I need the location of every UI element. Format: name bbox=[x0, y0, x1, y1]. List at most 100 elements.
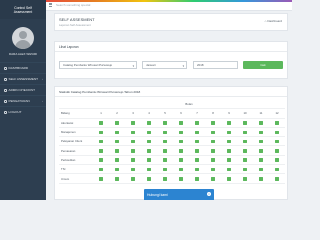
check-icon[interactable] bbox=[211, 139, 215, 144]
check-icon[interactable] bbox=[131, 121, 135, 125]
sidebar-item-dashboard[interactable]: DASHBOARD bbox=[0, 62, 46, 73]
check-icon[interactable] bbox=[275, 177, 279, 181]
check-icon[interactable] bbox=[275, 130, 279, 135]
check-icon[interactable] bbox=[275, 139, 279, 144]
close-icon[interactable]: × bbox=[207, 192, 211, 196]
check-icon[interactable] bbox=[259, 158, 263, 162]
check-icon[interactable] bbox=[115, 158, 119, 162]
check-icon[interactable] bbox=[275, 158, 279, 162]
check-icon[interactable] bbox=[259, 130, 263, 135]
check-icon[interactable] bbox=[275, 121, 279, 125]
check-icon[interactable] bbox=[211, 149, 215, 153]
check-icon[interactable] bbox=[179, 158, 183, 162]
check-icon[interactable] bbox=[259, 139, 263, 144]
check-icon[interactable] bbox=[99, 121, 103, 125]
check-icon[interactable] bbox=[131, 149, 135, 153]
check-icon[interactable] bbox=[115, 177, 119, 181]
check-icon[interactable] bbox=[147, 167, 151, 172]
check-icon[interactable] bbox=[163, 121, 167, 125]
check-icon[interactable] bbox=[259, 149, 263, 153]
contact-popup[interactable]: Hubungi kami × bbox=[144, 189, 214, 200]
check-icon[interactable] bbox=[163, 139, 167, 144]
menu-icon[interactable] bbox=[49, 3, 52, 7]
check-icon[interactable] bbox=[115, 121, 119, 125]
check-icon[interactable] bbox=[195, 158, 199, 162]
check-icon[interactable] bbox=[211, 158, 215, 162]
check-icon[interactable] bbox=[227, 167, 231, 172]
check-icon[interactable] bbox=[179, 149, 183, 153]
check-icon[interactable] bbox=[243, 130, 247, 135]
check-icon[interactable] bbox=[99, 149, 103, 153]
check-icon[interactable] bbox=[131, 139, 135, 144]
check-icon[interactable] bbox=[131, 158, 135, 162]
check-icon[interactable] bbox=[147, 149, 151, 153]
check-icon[interactable] bbox=[259, 121, 263, 125]
check-icon[interactable] bbox=[99, 158, 103, 162]
check-icon[interactable] bbox=[163, 158, 167, 162]
check-icon[interactable] bbox=[195, 139, 199, 144]
check-icon[interactable] bbox=[227, 139, 231, 144]
check-icon[interactable] bbox=[147, 177, 151, 181]
sidebar-item-pengaturan[interactable]: PENGATURAN › bbox=[0, 95, 46, 106]
table-cell bbox=[109, 145, 125, 156]
check-icon[interactable] bbox=[163, 149, 167, 153]
check-icon[interactable] bbox=[259, 167, 263, 172]
check-icon[interactable] bbox=[227, 177, 231, 181]
check-icon[interactable] bbox=[227, 130, 231, 135]
year-field[interactable]: 2018 bbox=[193, 61, 238, 69]
check-icon[interactable] bbox=[243, 158, 247, 162]
check-icon[interactable] bbox=[147, 121, 151, 125]
sidebar-item-admin-checkist[interactable]: ADMIN CHECKIST bbox=[0, 84, 46, 95]
search-input[interactable]: Search something special bbox=[56, 3, 90, 7]
check-icon[interactable] bbox=[163, 177, 167, 181]
check-icon[interactable] bbox=[227, 121, 231, 125]
check-icon[interactable] bbox=[179, 177, 183, 181]
check-icon[interactable] bbox=[99, 167, 103, 172]
check-icon[interactable] bbox=[227, 149, 231, 153]
check-icon[interactable] bbox=[211, 121, 215, 125]
check-icon[interactable] bbox=[115, 139, 119, 144]
check-icon[interactable] bbox=[147, 139, 151, 144]
check-icon[interactable] bbox=[179, 167, 183, 172]
check-icon[interactable] bbox=[163, 167, 167, 172]
check-button[interactable]: Cek bbox=[243, 61, 283, 69]
check-icon[interactable] bbox=[243, 177, 247, 181]
check-icon[interactable] bbox=[195, 167, 199, 172]
check-icon[interactable] bbox=[243, 139, 247, 144]
check-icon[interactable] bbox=[131, 167, 135, 172]
sidebar-item-self-assessment[interactable]: SELF ASSESSMENT › bbox=[0, 73, 46, 84]
check-icon[interactable] bbox=[179, 130, 183, 135]
check-icon[interactable] bbox=[243, 149, 247, 153]
check-icon[interactable] bbox=[259, 177, 263, 181]
check-icon[interactable] bbox=[243, 167, 247, 172]
check-icon[interactable] bbox=[99, 130, 103, 135]
check-icon[interactable] bbox=[131, 177, 135, 181]
check-icon[interactable] bbox=[195, 149, 199, 153]
check-icon[interactable] bbox=[195, 177, 199, 181]
check-icon[interactable] bbox=[211, 177, 215, 181]
check-icon[interactable] bbox=[131, 130, 135, 135]
month-select[interactable]: Januari ▾ bbox=[142, 61, 187, 69]
check-icon[interactable] bbox=[163, 130, 167, 135]
check-icon[interactable] bbox=[275, 149, 279, 153]
check-icon[interactable] bbox=[211, 167, 215, 172]
check-icon[interactable] bbox=[115, 149, 119, 153]
check-icon[interactable] bbox=[115, 167, 119, 172]
check-icon[interactable] bbox=[179, 139, 183, 144]
check-icon[interactable] bbox=[195, 121, 199, 125]
dashboard-link[interactable]: ⌂ Dashboard bbox=[265, 19, 282, 23]
check-icon[interactable] bbox=[195, 130, 199, 135]
brand[interactable]: Control Self Assessment bbox=[0, 0, 46, 19]
check-icon[interactable] bbox=[179, 121, 183, 125]
check-icon[interactable] bbox=[147, 130, 151, 135]
check-icon[interactable] bbox=[227, 158, 231, 162]
check-icon[interactable] bbox=[99, 139, 103, 144]
sidebar-item-logout[interactable]: LOGOUT bbox=[0, 106, 46, 117]
branch-select[interactable]: Catalog Pembantu Wirosari Purworejo ▾ bbox=[59, 61, 137, 69]
check-icon[interactable] bbox=[243, 121, 247, 125]
check-icon[interactable] bbox=[115, 130, 119, 135]
check-icon[interactable] bbox=[211, 130, 215, 135]
check-icon[interactable] bbox=[99, 177, 103, 181]
check-icon[interactable] bbox=[147, 158, 151, 162]
check-icon[interactable] bbox=[275, 167, 279, 172]
